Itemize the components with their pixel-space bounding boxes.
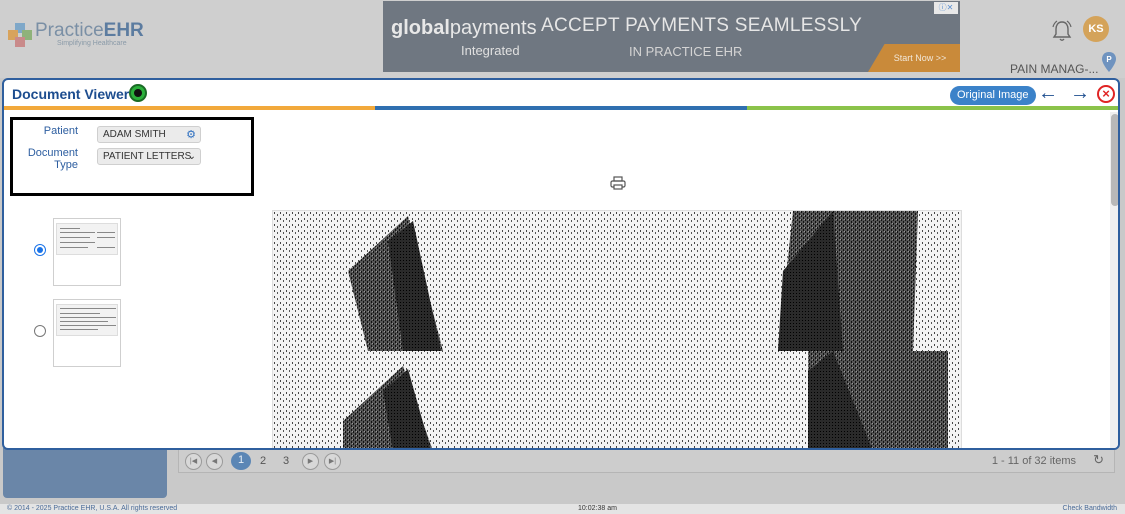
ad-brand-sub: Integrated xyxy=(461,43,520,58)
previous-arrow-icon[interactable]: ← xyxy=(1038,82,1058,104)
footer-time: 10:02:38 am xyxy=(578,505,617,512)
pager-page-1[interactable]: 1 xyxy=(231,452,251,470)
stripe-orange xyxy=(4,106,376,110)
refresh-icon[interactable] xyxy=(129,84,147,102)
pager-last-icon[interactable]: ▶| xyxy=(324,453,341,470)
modal-header: Document Viewer Original Image ← → × xyxy=(4,80,1118,108)
footer: © 2014 - 2025 Practice EHR, U.S.A. All r… xyxy=(0,504,1125,514)
thumbnail-radio-1[interactable] xyxy=(34,244,46,256)
footer-copyright: © 2014 - 2025 Practice EHR, U.S.A. All r… xyxy=(7,505,178,512)
top-header: PracticeEHR Simplifying Healthcare globa… xyxy=(0,0,1125,78)
filter-sliders-icon[interactable]: ⚙ xyxy=(186,128,196,143)
document-type-select[interactable]: PATIENT LETTERS ⌄ xyxy=(97,148,201,165)
document-type-value: PATIENT LETTERS xyxy=(103,151,192,162)
document-type-label-1: Document xyxy=(27,147,78,159)
ad-close-icon[interactable]: ⓘ✕ xyxy=(934,2,958,14)
ad-banner[interactable]: globalpayments Integrated ACCEPT PAYMENT… xyxy=(383,1,960,72)
thumbnail-page-1[interactable] xyxy=(53,218,121,286)
original-image-button[interactable]: Original Image xyxy=(950,86,1036,105)
document-scan-image xyxy=(273,211,961,448)
filter-panel: Patient ADAM SMITH ⚙ Document Type PATIE… xyxy=(10,117,254,196)
grid-pager: |◀ ◀ 1 2 3 ▶ ▶| 1 - 11 of 32 items ↻ xyxy=(178,449,1115,473)
user-avatar[interactable]: KS xyxy=(1083,16,1109,42)
ad-brand-light: payments xyxy=(449,17,537,39)
pager-prev-icon[interactable]: ◀ xyxy=(206,453,223,470)
notification-bell-icon[interactable] xyxy=(1052,20,1072,42)
logo-name-bold: EHR xyxy=(103,20,144,41)
logo-name-light: Practice xyxy=(35,20,104,41)
print-icon[interactable] xyxy=(610,176,626,190)
pager-next-icon[interactable]: ▶ xyxy=(302,453,319,470)
ad-brand: globalpayments xyxy=(391,17,537,40)
patient-field[interactable]: ADAM SMITH ⚙ xyxy=(97,126,201,143)
modal-title: Document Viewer xyxy=(12,86,130,102)
vertical-scrollbar[interactable] xyxy=(1110,112,1118,448)
practice-ehr-logo[interactable]: PracticeEHR Simplifying Healthcare xyxy=(8,20,144,47)
ad-headline: ACCEPT PAYMENTS SEAMLESSLY xyxy=(541,15,863,36)
next-arrow-icon[interactable]: → xyxy=(1070,82,1090,104)
ad-start-now-button[interactable]: Start Now >> xyxy=(868,44,960,72)
thumbnail-page-2[interactable] xyxy=(53,299,121,367)
organization-name[interactable]: PAIN MANAG-... xyxy=(1010,62,1098,76)
header-stripes xyxy=(4,106,1118,110)
scrollbar-thumb[interactable] xyxy=(1111,114,1118,206)
location-pin-icon[interactable]: P xyxy=(1101,52,1117,72)
ad-subheadline: IN PRACTICE EHR xyxy=(629,44,743,59)
thumbnail-radio-2[interactable] xyxy=(34,325,46,337)
stripe-blue xyxy=(375,106,747,110)
logo-tagline: Simplifying Healthcare xyxy=(57,40,127,47)
document-type-label-2: Type xyxy=(54,159,78,171)
pager-refresh-icon[interactable]: ↻ xyxy=(1093,452,1104,468)
background-sidebar xyxy=(3,448,167,498)
document-image xyxy=(272,210,962,448)
ad-brand-bold: global xyxy=(391,17,450,39)
pager-first-icon[interactable]: |◀ xyxy=(185,453,202,470)
svg-text:P: P xyxy=(1106,55,1112,64)
pager-page-3[interactable]: 3 xyxy=(283,453,289,470)
check-bandwidth-link[interactable]: Check Bandwidth xyxy=(1063,505,1117,512)
close-icon[interactable]: × xyxy=(1097,85,1115,103)
stripe-green xyxy=(746,106,1118,110)
document-viewer-modal: Document Viewer Original Image ← → × Pat… xyxy=(2,78,1120,450)
logo-mark-icon xyxy=(8,22,32,47)
pager-info: 1 - 11 of 32 items xyxy=(991,455,1076,467)
patient-value: ADAM SMITH xyxy=(103,129,166,140)
pager-page-2[interactable]: 2 xyxy=(260,453,266,470)
chevron-down-icon: ⌄ xyxy=(187,151,196,162)
patient-label: Patient xyxy=(43,125,78,137)
